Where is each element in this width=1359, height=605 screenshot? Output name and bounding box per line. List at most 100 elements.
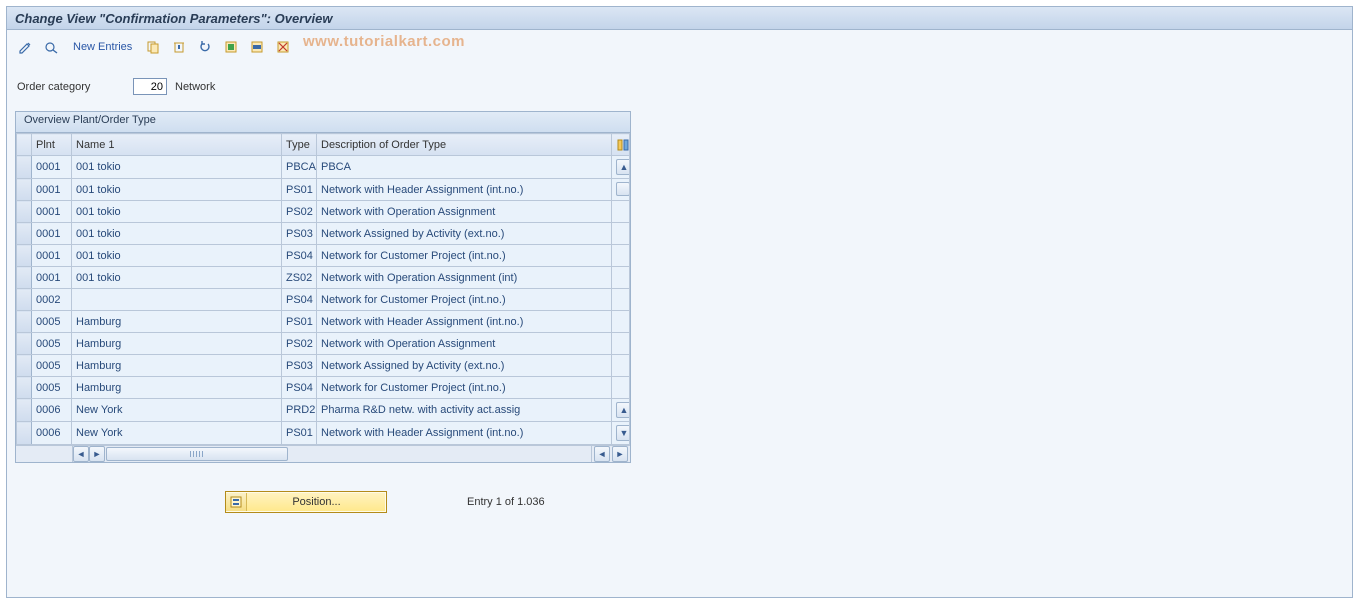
- new-entries-button[interactable]: New Entries: [67, 41, 138, 53]
- cell-name[interactable]: Hamburg: [72, 377, 282, 399]
- cell-type[interactable]: PS01: [282, 422, 317, 445]
- table-row[interactable]: 0006New YorkPS01Network with Header Assi…: [17, 422, 630, 445]
- select-block-icon[interactable]: [246, 38, 268, 56]
- cell-name[interactable]: Hamburg: [72, 355, 282, 377]
- cell-plnt[interactable]: 0001: [32, 245, 72, 267]
- cell-name[interactable]: Hamburg: [72, 311, 282, 333]
- cell-name[interactable]: New York: [72, 422, 282, 445]
- cell-desc[interactable]: Network with Header Assignment (int.no.): [317, 311, 612, 333]
- table-row[interactable]: 0005HamburgPS01Network with Header Assig…: [17, 311, 630, 333]
- cell-plnt[interactable]: 0001: [32, 156, 72, 179]
- cell-desc[interactable]: Network for Customer Project (int.no.): [317, 289, 612, 311]
- cell-type[interactable]: PS01: [282, 311, 317, 333]
- cell-plnt[interactable]: 0001: [32, 179, 72, 201]
- cell-name[interactable]: 001 tokio: [72, 201, 282, 223]
- plant-order-type-grid[interactable]: Plnt Name 1 Type Description of Order Ty…: [16, 133, 630, 445]
- select-all-header[interactable]: [17, 134, 32, 156]
- vertical-scrollbar[interactable]: ▲: [612, 399, 630, 422]
- hscroll-right-button[interactable]: ►: [89, 446, 105, 462]
- vertical-scrollbar[interactable]: [612, 179, 630, 201]
- table-row[interactable]: 0005HamburgPS02Network with Operation As…: [17, 333, 630, 355]
- row-selector[interactable]: [17, 422, 32, 445]
- vertical-scrollbar[interactable]: [612, 355, 630, 377]
- cell-name[interactable]: Hamburg: [72, 333, 282, 355]
- cell-desc[interactable]: PBCA: [317, 156, 612, 179]
- table-row[interactable]: 0005HamburgPS03Network Assigned by Activ…: [17, 355, 630, 377]
- cell-plnt[interactable]: 0006: [32, 399, 72, 422]
- vertical-scrollbar[interactable]: [612, 267, 630, 289]
- table-row[interactable]: 0001001 tokioPS04Network for Customer Pr…: [17, 245, 630, 267]
- cell-plnt[interactable]: 0001: [32, 223, 72, 245]
- cell-plnt[interactable]: 0005: [32, 333, 72, 355]
- vertical-scrollbar[interactable]: [612, 245, 630, 267]
- hscroll-left-button[interactable]: ◄: [73, 446, 89, 462]
- col-name[interactable]: Name 1: [72, 134, 282, 156]
- row-selector[interactable]: [17, 156, 32, 179]
- col-desc[interactable]: Description of Order Type: [317, 134, 612, 156]
- cell-plnt[interactable]: 0005: [32, 355, 72, 377]
- cell-type[interactable]: PS04: [282, 289, 317, 311]
- vertical-scrollbar[interactable]: [612, 223, 630, 245]
- row-selector[interactable]: [17, 223, 32, 245]
- vscroll-thumb[interactable]: [616, 182, 630, 196]
- table-row[interactable]: 0005HamburgPS04Network for Customer Proj…: [17, 377, 630, 399]
- cell-name[interactable]: 001 tokio: [72, 245, 282, 267]
- other-view-icon[interactable]: [41, 38, 63, 56]
- cell-desc[interactable]: Network for Customer Project (int.no.): [317, 245, 612, 267]
- cell-plnt[interactable]: 0002: [32, 289, 72, 311]
- cell-name[interactable]: [72, 289, 282, 311]
- cell-desc[interactable]: Network with Operation Assignment: [317, 201, 612, 223]
- deselect-all-icon[interactable]: [272, 38, 294, 56]
- col-plnt[interactable]: Plnt: [32, 134, 72, 156]
- cell-plnt[interactable]: 0005: [32, 377, 72, 399]
- cell-plnt[interactable]: 0001: [32, 201, 72, 223]
- row-selector[interactable]: [17, 267, 32, 289]
- row-selector[interactable]: [17, 289, 32, 311]
- table-row[interactable]: 0002 PS04Network for Customer Project (in…: [17, 289, 630, 311]
- cell-desc[interactable]: Pharma R&D netw. with activity act.assig: [317, 399, 612, 422]
- vertical-scrollbar[interactable]: ▼: [612, 422, 630, 445]
- cell-type[interactable]: PBCA: [282, 156, 317, 179]
- table-row[interactable]: 0001001 tokioZS02Network with Operation …: [17, 267, 630, 289]
- vertical-scrollbar[interactable]: [612, 333, 630, 355]
- cell-desc[interactable]: Network for Customer Project (int.no.): [317, 377, 612, 399]
- cell-name[interactable]: 001 tokio: [72, 223, 282, 245]
- cell-type[interactable]: PS04: [282, 377, 317, 399]
- copy-as-icon[interactable]: [142, 38, 164, 56]
- vscroll-up-button[interactable]: ▲: [616, 159, 630, 175]
- table-row[interactable]: 0001001 tokioPS03Network Assigned by Act…: [17, 223, 630, 245]
- cell-desc[interactable]: Network Assigned by Activity (ext.no.): [317, 223, 612, 245]
- vertical-scrollbar[interactable]: [612, 377, 630, 399]
- configure-columns-button[interactable]: [612, 134, 630, 156]
- row-selector[interactable]: [17, 377, 32, 399]
- cell-type[interactable]: PS02: [282, 333, 317, 355]
- hscroll-thumb[interactable]: [106, 447, 288, 461]
- vscroll-down-button[interactable]: ▼: [616, 425, 630, 441]
- cell-name[interactable]: 001 tokio: [72, 267, 282, 289]
- cell-name[interactable]: 001 tokio: [72, 179, 282, 201]
- cell-desc[interactable]: Network with Header Assignment (int.no.): [317, 179, 612, 201]
- row-selector[interactable]: [17, 179, 32, 201]
- table-row[interactable]: 0006New YorkPRD2Pharma R&D netw. with ac…: [17, 399, 630, 422]
- cell-type[interactable]: ZS02: [282, 267, 317, 289]
- vertical-scrollbar[interactable]: [612, 289, 630, 311]
- undo-icon[interactable]: [194, 38, 216, 56]
- cell-name[interactable]: 001 tokio: [72, 156, 282, 179]
- select-all-icon[interactable]: [220, 38, 242, 56]
- table-row[interactable]: 0001001 tokioPS01Network with Header Ass…: [17, 179, 630, 201]
- vertical-scrollbar[interactable]: [612, 311, 630, 333]
- row-selector[interactable]: [17, 399, 32, 422]
- row-selector[interactable]: [17, 355, 32, 377]
- row-selector[interactable]: [17, 245, 32, 267]
- cell-type[interactable]: PS04: [282, 245, 317, 267]
- hscroll-right2-button[interactable]: ►: [612, 446, 628, 462]
- row-selector[interactable]: [17, 201, 32, 223]
- cell-type[interactable]: PS01: [282, 179, 317, 201]
- cell-type[interactable]: PS03: [282, 355, 317, 377]
- cell-type[interactable]: PS03: [282, 223, 317, 245]
- cell-desc[interactable]: Network with Operation Assignment: [317, 333, 612, 355]
- table-row[interactable]: 0001001 tokioPBCAPBCA▲: [17, 156, 630, 179]
- vertical-scrollbar[interactable]: [612, 201, 630, 223]
- table-row[interactable]: 0001001 tokioPS02Network with Operation …: [17, 201, 630, 223]
- cell-desc[interactable]: Network Assigned by Activity (ext.no.): [317, 355, 612, 377]
